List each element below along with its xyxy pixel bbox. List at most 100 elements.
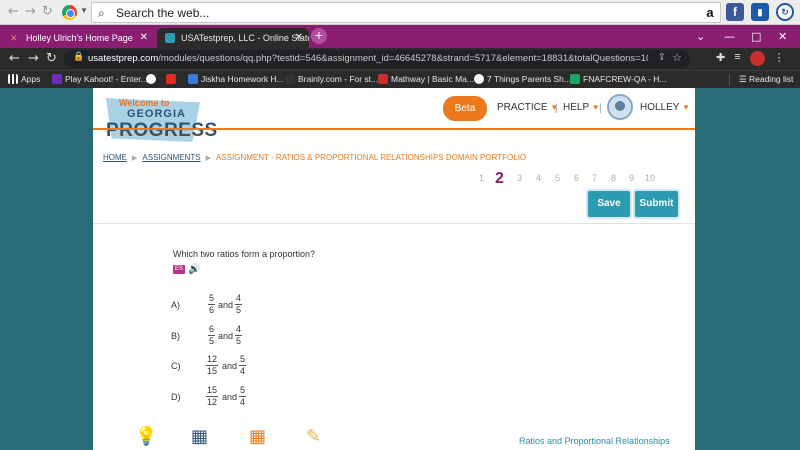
page-link-4[interactable]: 4 [536,173,541,183]
page-link-8[interactable]: 8 [611,173,616,183]
tab-usatestprep[interactable]: USATestprep, LLC - Online State- ✕ [157,28,309,48]
choice-letter: B) [171,331,180,341]
onedrive-icon[interactable]: ▮ [751,3,769,21]
answer-choice-b[interactable]: B) 65 and 45 [171,324,371,348]
extensions-icon[interactable]: ✚ [716,51,725,66]
github-icon [146,74,156,84]
page-link-10[interactable]: 10 [645,173,655,183]
youtube-icon [166,74,176,84]
web-search-placeholder: Search the web... [116,6,210,20]
logo-georgia-text: GEORGIA [127,108,186,120]
choice-letter: C) [171,361,181,371]
minimize-icon[interactable]: — [724,30,735,43]
tab-search-icon[interactable]: ⌄ [696,30,705,43]
georgia-progress-logo[interactable]: Welcome to GEORGIA PROGRESS [103,96,217,146]
fnafcrew-icon [570,74,580,84]
os-shortcut-icons: a f ▮ ↻ [701,3,794,21]
maximize-icon[interactable]: □ [751,30,761,43]
save-button[interactable]: Save [588,191,630,217]
forward-icon[interactable]: → [25,4,36,19]
menu-divider: | [555,103,558,114]
avatar[interactable] [607,94,633,120]
and-text: and [222,361,238,371]
sync-icon[interactable]: ↻ [776,3,794,21]
back-icon[interactable]: ← [9,51,20,66]
tab-home-page[interactable]: ✕ Holley Ulrich's Home Page ✕ [2,28,154,48]
profile-avatar[interactable] [749,51,765,66]
page-icon [474,74,484,84]
os-top-bar: ← → ↻ ▼ ⌕ Search the web... a f ▮ ↻ [0,0,800,25]
fraction: 56 [208,293,216,315]
bookmark-github[interactable] [146,74,159,84]
back-icon[interactable]: ← [8,4,19,19]
facebook-icon[interactable]: f [726,3,744,21]
page-link-7[interactable]: 7 [592,173,597,183]
bookmarks-bar: Apps Play Kahoot! - Enter... Jiskha Home… [0,70,800,88]
refresh-icon[interactable]: ↻ [42,4,53,19]
chevron-down-icon[interactable]: ▼ [80,6,88,15]
menu-divider: | [599,103,602,114]
spanish-translate-icon[interactable]: ES [173,265,185,274]
ruler-pencil-icon[interactable]: ✎ [306,426,321,447]
amazon-icon[interactable]: a [701,3,719,21]
web-search-input[interactable]: ⌕ Search the web... [91,2,721,23]
tab-title: Holley Ulrich's Home Page [26,33,133,43]
jiskha-icon [188,74,198,84]
practice-menu[interactable]: PRACTICE ▼ [497,102,558,113]
reading-list-button[interactable]: ☰ Reading list [739,74,793,85]
reload-icon[interactable]: ↻ [46,51,57,66]
page-link-3[interactable]: 3 [517,173,522,183]
brainly-icon [285,74,295,84]
bookmark-fnafcrew[interactable]: FNAFCREW-QA - H... [570,74,666,84]
bookmark-apps[interactable]: Apps [8,74,40,84]
close-window-icon[interactable]: ✕ [778,30,787,43]
share-icon[interactable]: ⇪ [658,52,666,63]
logo-progress-text: PROGRESS [106,120,218,141]
submit-button[interactable]: Submit [635,191,678,217]
calculator-icon[interactable]: ▦ [191,426,208,447]
tab-title: USATestprep, LLC - Online State- [181,33,309,43]
extension-icon[interactable]: ≡ [734,51,740,66]
fraction: 45 [235,324,243,346]
bookmark-kahoot[interactable]: Play Kahoot! - Enter... [52,74,148,84]
answer-choice-c[interactable]: C) 12 15 and 54 [171,354,371,378]
answer-choice-a[interactable]: A) 56 and 45 [171,293,371,317]
calculator-icon[interactable]: ▦ [249,426,266,447]
chrome-icon[interactable] [62,5,77,20]
help-menu[interactable]: HELP ▼ [563,102,600,113]
beta-button[interactable]: Beta [443,96,487,121]
lock-icon: 🔒 [73,52,85,62]
breadcrumb-assignments[interactable]: ASSIGNMENTS [142,153,200,162]
bookmark-jiskha[interactable]: Jiskha Homework H... [188,74,284,84]
chevron-down-icon: ▼ [682,103,690,112]
question-pager: 1 2 3 4 5 6 7 8 9 10 [474,170,664,190]
page-link-6[interactable]: 6 [574,173,579,183]
page-background: Welcome to GEORGIA PROGRESS Beta PRACTIC… [0,88,800,450]
page-link-5[interactable]: 5 [555,173,560,183]
url-field[interactable]: 🔒 usatestprep.com/modules/questions/qq.p… [64,50,690,68]
lightbulb-icon[interactable]: 💡 [135,426,157,447]
new-tab-button[interactable]: + [311,28,327,44]
speaker-icon[interactable]: 🔊 [188,264,200,275]
kebab-menu-icon[interactable]: ⋮ [774,51,785,66]
and-text: and [222,392,238,402]
bookmark-brainly[interactable]: Brainly.com - For st... [285,74,378,84]
close-tab-icon[interactable]: ✕ [140,32,148,43]
bookmark-star-icon[interactable]: ☆ [672,51,682,64]
close-tab-icon[interactable]: ✕ [295,32,303,43]
fraction: 65 [208,324,216,346]
page-link-1[interactable]: 1 [479,173,484,183]
answer-choice-d[interactable]: D) 15 12 and 54 [171,385,371,409]
breadcrumb: HOME ▶ ASSIGNMENTS ▶ ASSIGNMENT - RATIOS & P… [103,153,526,162]
breadcrumb-home[interactable]: HOME [103,153,127,162]
page-link-9[interactable]: 9 [629,173,634,183]
mathway-icon [378,74,388,84]
bookmark-separator [729,74,730,86]
url-text: usatestprep.com/modules/questions/qq.php… [88,53,648,64]
user-menu[interactable]: HOLLEY ▼ [640,102,690,113]
bookmark-youtube[interactable] [166,74,179,84]
bookmark-parents[interactable]: 7 Things Parents Sh... [474,74,571,84]
forward-icon[interactable]: → [28,51,39,66]
bookmark-mathway[interactable]: Mathway | Basic Ma... [378,74,474,84]
page-link-2[interactable]: 2 [495,170,504,188]
